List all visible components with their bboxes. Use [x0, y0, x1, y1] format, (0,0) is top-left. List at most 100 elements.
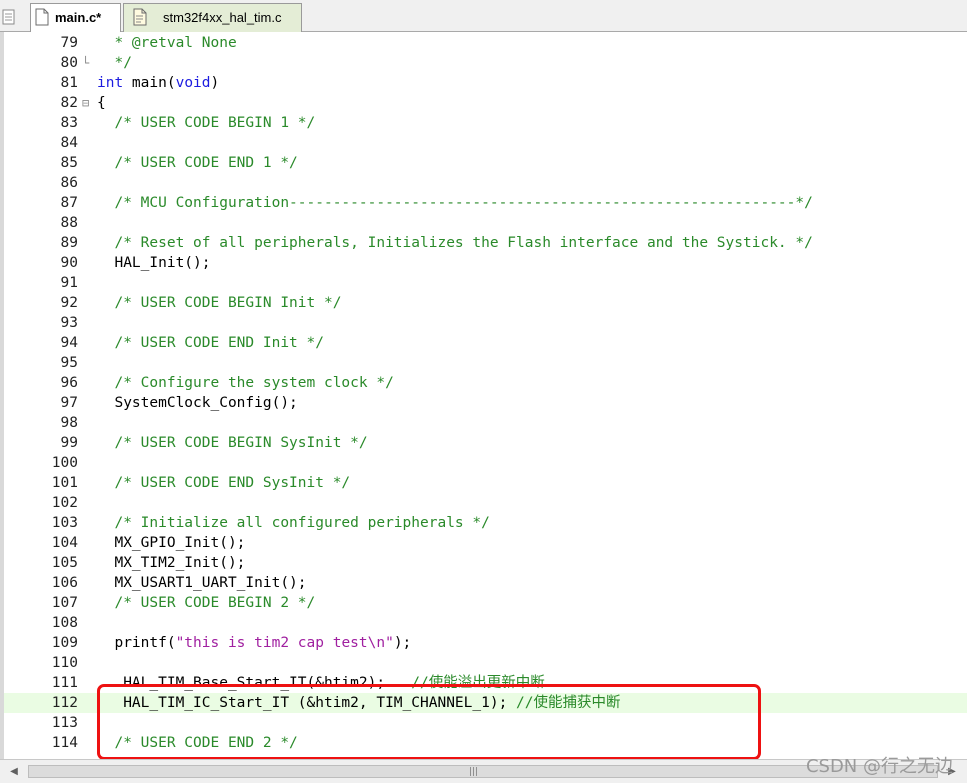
code-line[interactable]: 97 SystemClock_Config(); — [4, 393, 967, 413]
code-text: MX_GPIO_Init(); — [97, 533, 245, 553]
code-line[interactable]: 98 — [4, 413, 967, 433]
code-line[interactable]: 85 /* USER CODE END 1 */ — [4, 153, 967, 173]
line-number: 98 — [60, 415, 78, 431]
code-line[interactable]: 81 int main(void) — [4, 73, 967, 93]
line-number: 93 — [60, 315, 78, 331]
code-line[interactable]: 95 — [4, 353, 967, 373]
line-number: 103 — [51, 515, 78, 531]
code-text: /* MCU Configuration--------------------… — [97, 193, 812, 213]
code-line[interactable]: 93 — [4, 313, 967, 333]
line-number: 96 — [60, 375, 78, 391]
code-line[interactable]: 102 — [4, 493, 967, 513]
code-line[interactable]: 107 /* USER CODE BEGIN 2 */ — [4, 593, 967, 613]
code-text: /* Reset of all peripherals, Initializes… — [97, 233, 813, 253]
code-string: "this is tim2 cap test\n" — [175, 635, 394, 651]
code-line[interactable]: 87 /* MCU Configuration-----------------… — [4, 193, 967, 213]
line-number: 89 — [60, 235, 78, 251]
code-token: ); — [393, 635, 412, 651]
line-number: 79 — [60, 35, 78, 51]
code-editor[interactable]: 79 * @retval None 80 └ */81 int main(void) 8… — [0, 32, 967, 759]
line-number: 82 — [60, 95, 78, 111]
code-text: SystemClock_Config(); — [97, 393, 298, 413]
code-comment: /* Reset of all peripherals, Initializes… — [97, 235, 813, 251]
code-line[interactable]: 103 /* Initialize all configured periphe… — [4, 513, 967, 533]
line-number: 113 — [51, 715, 78, 731]
code-line[interactable]: 99 /* USER CODE BEGIN SysInit */ — [4, 433, 967, 453]
code-line[interactable]: 108 — [4, 613, 967, 633]
line-number: 102 — [51, 495, 78, 511]
line-number: 107 — [51, 595, 78, 611]
line-number: 97 — [60, 395, 78, 411]
line-number: 85 — [60, 155, 78, 171]
code-line[interactable]: 106 MX_USART1_UART_Init(); — [4, 573, 967, 593]
code-comment: /* Initialize all configured peripherals… — [97, 515, 490, 531]
line-number: 101 — [51, 475, 78, 491]
code-text: int main(void) — [97, 73, 219, 93]
line-number: 104 — [51, 535, 78, 551]
line-number: 80 — [60, 55, 78, 71]
code-comment: /* USER CODE END Init */ — [97, 335, 324, 351]
line-number: 87 — [60, 195, 78, 211]
code-text: { — [97, 93, 106, 113]
code-line[interactable]: 84 — [4, 133, 967, 153]
file-icon — [35, 8, 49, 26]
code-line[interactable]: 109 printf("this is tim2 cap test\n"); — [4, 633, 967, 653]
watermark: CSDN @行之无边 — [805, 756, 953, 777]
fold-toggle-icon[interactable]: ⊟ — [82, 93, 94, 113]
line-number: 95 — [60, 355, 78, 371]
line-number: 88 — [60, 215, 78, 231]
code-comment: /* USER CODE END SysInit */ — [97, 475, 351, 491]
code-line[interactable]: 88 — [4, 213, 967, 233]
code-line[interactable]: 101 /* USER CODE END SysInit */ — [4, 473, 967, 493]
code-line[interactable]: 86 — [4, 173, 967, 193]
code-line[interactable]: 110 — [4, 653, 967, 673]
code-keyword: void — [175, 75, 211, 91]
code-text: */ — [97, 53, 131, 73]
code-line[interactable]: 89 /* Reset of all peripherals, Initiali… — [4, 233, 967, 253]
code-line[interactable]: 80 └ */ — [4, 53, 967, 73]
tab-stm32f4xx-hal-tim-c[interactable]: stm32f4xx_hal_tim.c — [123, 3, 302, 32]
code-token: MX_TIM2_Init(); — [97, 555, 246, 571]
code-text: /* USER CODE BEGIN 2 */ — [97, 593, 315, 613]
line-number: 100 — [51, 455, 78, 471]
code-line[interactable]: 90 HAL_Init(); — [4, 253, 967, 273]
code-token: HAL_Init(); — [97, 255, 211, 271]
line-number: 105 — [51, 555, 78, 571]
editor-tab-bar: main.c* stm32f4xx_hal_tim.c — [0, 0, 967, 32]
code-comment: /* Configure the system clock */ — [97, 375, 394, 391]
code-line[interactable]: 83 /* USER CODE BEGIN 1 */ — [4, 113, 967, 133]
code-line[interactable]: 92 /* USER CODE BEGIN Init */ — [4, 293, 967, 313]
code-text: * @retval None — [97, 33, 237, 53]
line-number: 111 — [51, 675, 78, 691]
line-number: 92 — [60, 295, 78, 311]
code-line[interactable]: 94 /* USER CODE END Init */ — [4, 333, 967, 353]
code-token: printf( — [97, 635, 176, 651]
line-number: 110 — [51, 655, 78, 671]
code-text: MX_TIM2_Init(); — [97, 553, 245, 573]
code-text: /* Configure the system clock */ — [97, 373, 394, 393]
code-token: ) — [210, 75, 220, 91]
code-text: /* USER CODE BEGIN SysInit */ — [97, 433, 367, 453]
scroll-left-arrow-icon[interactable]: ◀ — [6, 764, 22, 779]
code-line[interactable]: 91 — [4, 273, 967, 293]
line-number: 99 — [60, 435, 78, 451]
code-line[interactable]: 82 ⊟{ — [4, 93, 967, 113]
code-line[interactable]: 104 MX_GPIO_Init(); — [4, 533, 967, 553]
code-text: /* USER CODE END Init */ — [97, 333, 324, 353]
code-text: /* Initialize all configured peripherals… — [97, 513, 490, 533]
code-line[interactable]: 96 /* Configure the system clock */ — [4, 373, 967, 393]
code-comment: * @retval None — [97, 35, 237, 51]
code-text: printf("this is tim2 cap test\n"); — [97, 633, 411, 653]
scrollbar-thumb[interactable]: ||| — [28, 765, 938, 778]
scroll-grip-icon: ||| — [469, 767, 479, 777]
line-number: 106 — [51, 575, 78, 591]
tab-main-c[interactable]: main.c* — [30, 3, 121, 32]
code-line[interactable]: 105 MX_TIM2_Init(); — [4, 553, 967, 573]
code-line[interactable]: 79 * @retval None — [4, 33, 967, 53]
line-number: 91 — [60, 275, 78, 291]
code-text: /* USER CODE END 1 */ — [97, 153, 297, 173]
code-token: SystemClock_Config(); — [97, 395, 298, 411]
code-line[interactable]: 100 — [4, 453, 967, 473]
pin-icon[interactable] — [0, 0, 20, 32]
code-comment: /* USER CODE BEGIN Init */ — [97, 295, 342, 311]
